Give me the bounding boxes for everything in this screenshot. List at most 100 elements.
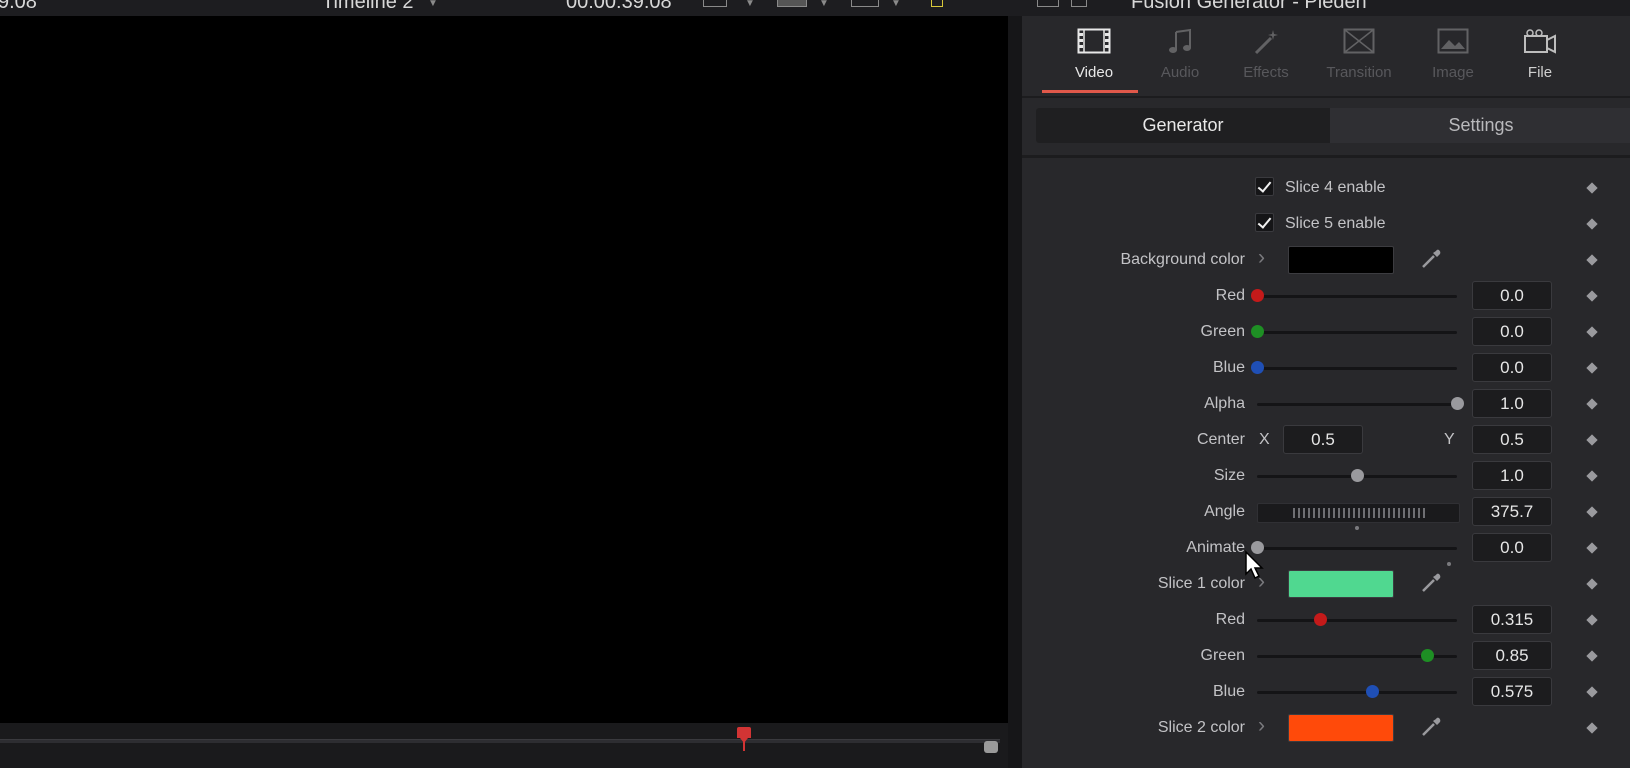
bg-blue-value[interactable]: 0.0 xyxy=(1472,353,1552,382)
alpha-value[interactable]: 1.0 xyxy=(1472,389,1552,418)
bg-blue-slider-knob[interactable] xyxy=(1251,361,1264,374)
param-slice1-color: Slice 1 color › xyxy=(1022,566,1630,602)
background-color-swatch[interactable] xyxy=(1288,246,1394,274)
chevron-right-icon[interactable]: › xyxy=(1258,714,1265,738)
slice4-enable-checkbox[interactable] xyxy=(1255,177,1274,196)
param-size: Size 1.0 xyxy=(1022,458,1630,494)
center-y-value[interactable]: 0.5 xyxy=(1472,425,1552,454)
slice1-red-slider[interactable] xyxy=(1257,619,1457,622)
angle-value[interactable]: 375.7 xyxy=(1472,497,1552,526)
playhead-marker[interactable] xyxy=(737,727,751,743)
viewer-scrubber[interactable] xyxy=(0,723,1008,768)
slice1-blue-slider-knob[interactable] xyxy=(1366,685,1379,698)
slice1-blue-value[interactable]: 0.575 xyxy=(1472,677,1552,706)
bg-blue-slider[interactable] xyxy=(1257,367,1457,370)
center-x-value[interactable]: 0.5 xyxy=(1283,425,1363,454)
size-slider-knob[interactable] xyxy=(1351,469,1364,482)
chevron-down-icon[interactable]: ▼ xyxy=(891,0,901,9)
slice1-green-slider-knob[interactable] xyxy=(1421,649,1434,662)
slice1-red-value[interactable]: 0.315 xyxy=(1472,605,1552,634)
size-value[interactable]: 1.0 xyxy=(1472,461,1552,490)
bg-red-value[interactable]: 0.0 xyxy=(1472,281,1552,310)
bg-green-value[interactable]: 0.0 xyxy=(1472,317,1552,346)
param-bg-blue: Blue 0.0 xyxy=(1022,350,1630,386)
center-y-label: Y xyxy=(1444,431,1455,448)
eyedropper-icon[interactable] xyxy=(1420,248,1442,270)
chevron-down-icon[interactable]: ▼ xyxy=(745,0,755,9)
bg-red-slider[interactable] xyxy=(1257,295,1457,298)
fx-icon[interactable] xyxy=(931,0,943,7)
quality-icon[interactable] xyxy=(777,0,807,7)
tab-video[interactable]: Video xyxy=(1049,28,1139,94)
keyframe-diamond-icon[interactable] xyxy=(1586,218,1598,230)
image-icon xyxy=(1408,28,1498,58)
divider xyxy=(1022,155,1630,158)
keyframe-diamond-icon[interactable] xyxy=(1586,290,1598,302)
bg-red-slider-knob[interactable] xyxy=(1251,289,1264,302)
eyedropper-icon[interactable] xyxy=(1420,716,1442,738)
chevron-down-icon[interactable]: ▼ xyxy=(819,0,829,9)
top-toolbar: 9.08 Timeline 2 ▼ 00:00:39:08 ▼ ▼ ▼ Fusi… xyxy=(0,0,1630,16)
inspector-icon[interactable] xyxy=(1037,0,1059,7)
param-animate: Animate 0.0 xyxy=(1022,530,1630,566)
bg-green-slider[interactable] xyxy=(1257,331,1457,334)
slice1-color-swatch[interactable] xyxy=(1288,570,1394,598)
angle-thumbwheel[interactable] xyxy=(1257,503,1460,523)
mouse-cursor-icon xyxy=(1245,550,1264,580)
keyframe-diamond-icon[interactable] xyxy=(1586,362,1598,374)
tab-effects[interactable]: Effects xyxy=(1221,28,1311,94)
camera-icon xyxy=(1495,28,1585,58)
inspector-tabs: Video Audio Effects Transition Image Fil… xyxy=(1022,16,1630,96)
keyframe-diamond-icon[interactable] xyxy=(1586,722,1598,734)
panel-icon[interactable] xyxy=(1071,0,1087,7)
keyframe-diamond-icon[interactable] xyxy=(1586,470,1598,482)
param-bg-red: Red 0.0 xyxy=(1022,278,1630,314)
segment-generator[interactable]: Generator xyxy=(1036,108,1330,143)
chevron-down-icon[interactable]: ▼ xyxy=(428,0,438,9)
animate-value[interactable]: 0.0 xyxy=(1472,533,1552,562)
param-slice4-enable: Slice 4 enable xyxy=(1022,170,1630,206)
eyedropper-icon[interactable] xyxy=(1420,572,1442,594)
keyframe-diamond-icon[interactable] xyxy=(1586,326,1598,338)
center-x-label: X xyxy=(1259,431,1270,448)
keyframe-diamond-icon[interactable] xyxy=(1586,434,1598,446)
slice1-red-slider-knob[interactable] xyxy=(1314,613,1327,626)
out-point-handle[interactable] xyxy=(984,741,998,753)
keyframe-diamond-icon[interactable] xyxy=(1586,254,1598,266)
panel-divider[interactable] xyxy=(1008,16,1022,768)
slice5-enable-checkbox[interactable] xyxy=(1255,213,1274,232)
divider xyxy=(1022,96,1630,98)
keyframe-diamond-icon[interactable] xyxy=(1586,542,1598,554)
keyframe-diamond-icon[interactable] xyxy=(1586,686,1598,698)
slice1-green-value[interactable]: 0.85 xyxy=(1472,641,1552,670)
transform-icon[interactable] xyxy=(851,0,879,7)
timeline-selector[interactable]: Timeline 2 xyxy=(322,0,414,14)
keyframe-diamond-icon[interactable] xyxy=(1586,506,1598,518)
animate-slider[interactable] xyxy=(1257,547,1457,550)
slice2-color-swatch[interactable] xyxy=(1288,714,1394,742)
tab-file[interactable]: File xyxy=(1495,28,1585,94)
keyframe-diamond-icon[interactable] xyxy=(1586,578,1598,590)
scrub-track[interactable] xyxy=(0,739,1000,743)
zoom-readout: 9.08 xyxy=(0,0,37,13)
tab-image[interactable]: Image xyxy=(1408,28,1498,94)
magic-wand-icon xyxy=(1221,28,1311,58)
tab-audio[interactable]: Audio xyxy=(1135,28,1225,94)
segment-settings[interactable]: Settings xyxy=(1332,108,1630,143)
param-slice2-color: Slice 2 color › xyxy=(1022,710,1630,746)
bg-green-slider-knob[interactable] xyxy=(1251,325,1264,338)
param-slice1-red: Red 0.315 xyxy=(1022,602,1630,638)
inspector-panel: Video Audio Effects Transition Image Fil… xyxy=(1022,16,1630,768)
slice1-blue-slider[interactable] xyxy=(1257,691,1457,694)
music-note-icon xyxy=(1135,28,1225,58)
viewer-layout-icon[interactable] xyxy=(703,0,727,7)
keyframe-diamond-icon[interactable] xyxy=(1586,182,1598,194)
video-viewer[interactable] xyxy=(0,16,1008,723)
tab-transition[interactable]: Transition xyxy=(1314,28,1404,94)
chevron-right-icon[interactable]: › xyxy=(1258,246,1265,270)
keyframe-diamond-icon[interactable] xyxy=(1586,614,1598,626)
keyframe-diamond-icon[interactable] xyxy=(1586,650,1598,662)
alpha-slider-knob[interactable] xyxy=(1451,397,1464,410)
alpha-slider[interactable] xyxy=(1257,403,1457,406)
keyframe-diamond-icon[interactable] xyxy=(1586,398,1598,410)
